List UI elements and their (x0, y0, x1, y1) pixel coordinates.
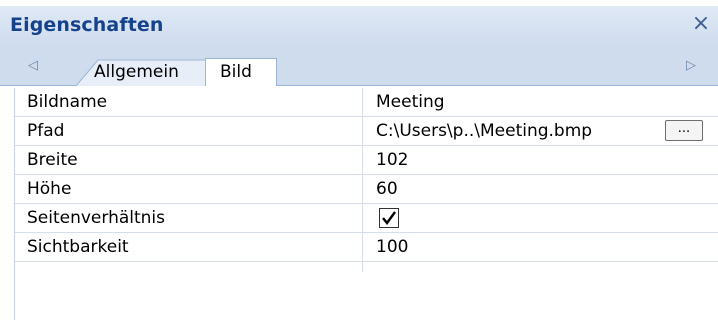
property-name: Sichtbarkeit (15, 233, 363, 262)
tab-allgemein[interactable]: Allgemein (76, 59, 210, 86)
aspect-ratio-checkbox[interactable] (379, 208, 399, 228)
property-value[interactable]: 100 (364, 233, 718, 262)
tab-strip: ◁ Allgemein Bild ▷ (0, 46, 718, 86)
properties-panel: Eigenschaften × ◁ Allgemein Bild ▷ Bildn… (0, 0, 718, 333)
browse-button[interactable]: ... (665, 120, 703, 141)
property-name: Höhe (15, 175, 363, 204)
tab-bild[interactable]: Bild (205, 58, 277, 86)
property-name: Breite (15, 146, 363, 175)
property-row-bildname[interactable]: Bildname Meeting (15, 88, 718, 117)
property-name: Pfad (15, 117, 363, 146)
property-row-seitenverhaeltnis[interactable]: Seitenverhältnis (15, 204, 718, 233)
property-value[interactable]: 60 (364, 175, 718, 204)
empty-cell (15, 262, 363, 272)
property-row-sichtbarkeit[interactable]: Sichtbarkeit 100 (15, 233, 718, 262)
property-grid: Bildname Meeting Pfad C:\Users\p..\Meeti… (14, 88, 718, 333)
tab-label: Allgemein (94, 62, 179, 82)
panel-title: Eigenschaften (10, 14, 164, 36)
property-row-hoehe[interactable]: Höhe 60 (15, 175, 718, 204)
property-row-pfad[interactable]: Pfad C:\Users\p..\Meeting.bmp ... (15, 117, 718, 146)
chevron-left-icon[interactable]: ◁ (18, 46, 48, 86)
grid-empty-space (15, 262, 718, 272)
property-name: Bildname (15, 88, 363, 117)
property-value[interactable]: Meeting (364, 88, 718, 117)
property-name: Seitenverhältnis (15, 204, 363, 233)
chevron-right-icon[interactable]: ▷ (676, 46, 706, 86)
property-value-checkbox-cell (364, 204, 718, 233)
property-value[interactable]: 102 (364, 146, 718, 175)
bottom-strip (0, 320, 718, 333)
property-row-breite[interactable]: Breite 102 (15, 146, 718, 175)
tab-label: Bild (220, 62, 252, 82)
checkmark-icon (382, 211, 396, 225)
close-icon[interactable]: × (690, 11, 712, 37)
panel-title-bar: Eigenschaften × (0, 6, 718, 46)
